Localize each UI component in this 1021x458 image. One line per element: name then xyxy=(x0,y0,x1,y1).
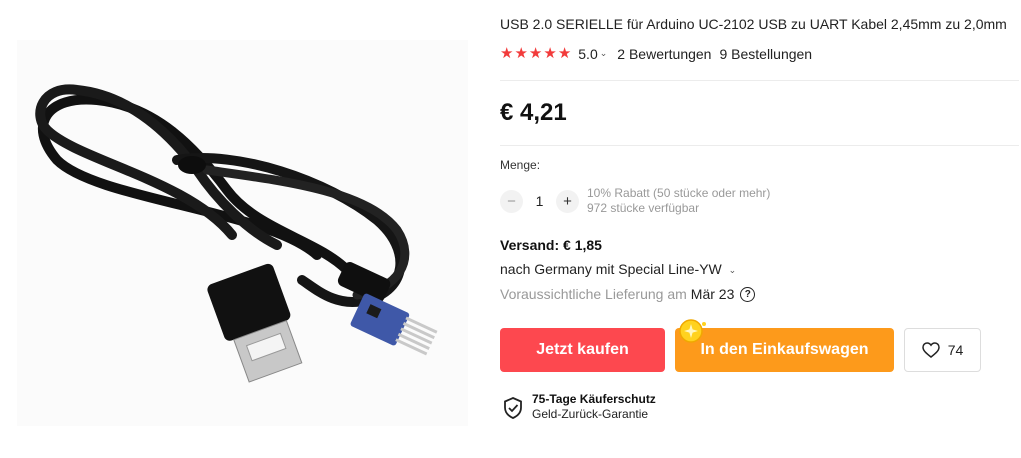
star-icon: ★ xyxy=(557,45,572,62)
wishlist-count: 74 xyxy=(947,342,964,358)
wishlist-button[interactable]: 74 xyxy=(904,328,981,372)
add-to-cart-button[interactable]: In den Einkaufswagen xyxy=(675,328,894,372)
star-icon: ★ xyxy=(514,45,528,62)
buyer-protection: 75-Tage Käuferschutz Geld-Zurück-Garanti… xyxy=(503,392,656,422)
buy-now-button[interactable]: Jetzt kaufen xyxy=(500,328,665,372)
reviews-link[interactable]: 2 Bewertungen xyxy=(617,46,711,62)
star-icon: ★ xyxy=(500,45,514,62)
quantity-decrease-button[interactable]: − xyxy=(500,189,523,213)
chevron-down-icon[interactable]: ⌄ xyxy=(600,48,608,59)
protection-title: 75-Tage Käuferschutz xyxy=(532,392,656,406)
chevron-down-icon[interactable]: ⌄ xyxy=(729,265,737,276)
usb-cable-illustration xyxy=(17,40,468,426)
rating-row: ★ ★ ★ ★ ★ 5.0 ⌄ 2 Bewertungen 9 Bestellu… xyxy=(500,46,813,63)
stock-available-text: 972 stücke verfügbar xyxy=(587,201,700,215)
star-icon: ★ xyxy=(528,45,543,62)
protection-subtitle: Geld-Zurück-Garantie xyxy=(532,407,649,421)
quantity-stepper: − 1 + 10% Rabatt (50 stücke oder mehr) 9… xyxy=(500,186,770,216)
shipping-method-text: nach Germany mit Special Line-YW xyxy=(500,261,722,277)
rating-stars: ★ ★ ★ ★ ★ xyxy=(500,46,571,62)
heart-icon xyxy=(921,342,940,358)
help-icon[interactable]: ? xyxy=(740,286,756,302)
star-icon: ★ xyxy=(543,45,557,62)
divider xyxy=(500,145,1019,146)
product-image[interactable] xyxy=(17,40,468,426)
shipping-cost: Versand: € 1,85 xyxy=(500,237,602,253)
product-title: USB 2.0 SERIELLE für Arduino UC-2102 USB… xyxy=(500,16,1007,32)
orders-count: 9 Bestellungen xyxy=(719,46,813,62)
delivery-date: Mär 23 xyxy=(690,286,735,302)
quantity-value[interactable]: 1 xyxy=(523,193,556,209)
price: € 4,21 xyxy=(500,99,567,126)
shipping-method-selector[interactable]: nach Germany mit Special Line-YW ⌄ xyxy=(500,261,746,277)
quantity-info: 10% Rabatt (50 stücke oder mehr) 972 stü… xyxy=(587,186,770,216)
quantity-label: Menge: xyxy=(500,158,541,172)
coin-sparkle-icon xyxy=(679,319,706,343)
bulk-discount-text: 10% Rabatt (50 stücke oder mehr) xyxy=(587,186,771,200)
delivery-estimate: Voraussichtliche Lieferung am Mär 23 ? xyxy=(500,286,756,302)
delivery-label: Voraussichtliche Lieferung am xyxy=(500,286,687,302)
rating-value[interactable]: 5.0 xyxy=(578,46,597,62)
divider xyxy=(500,80,1019,81)
shield-check-icon xyxy=(504,397,522,419)
quantity-increase-button[interactable]: + xyxy=(556,189,579,213)
